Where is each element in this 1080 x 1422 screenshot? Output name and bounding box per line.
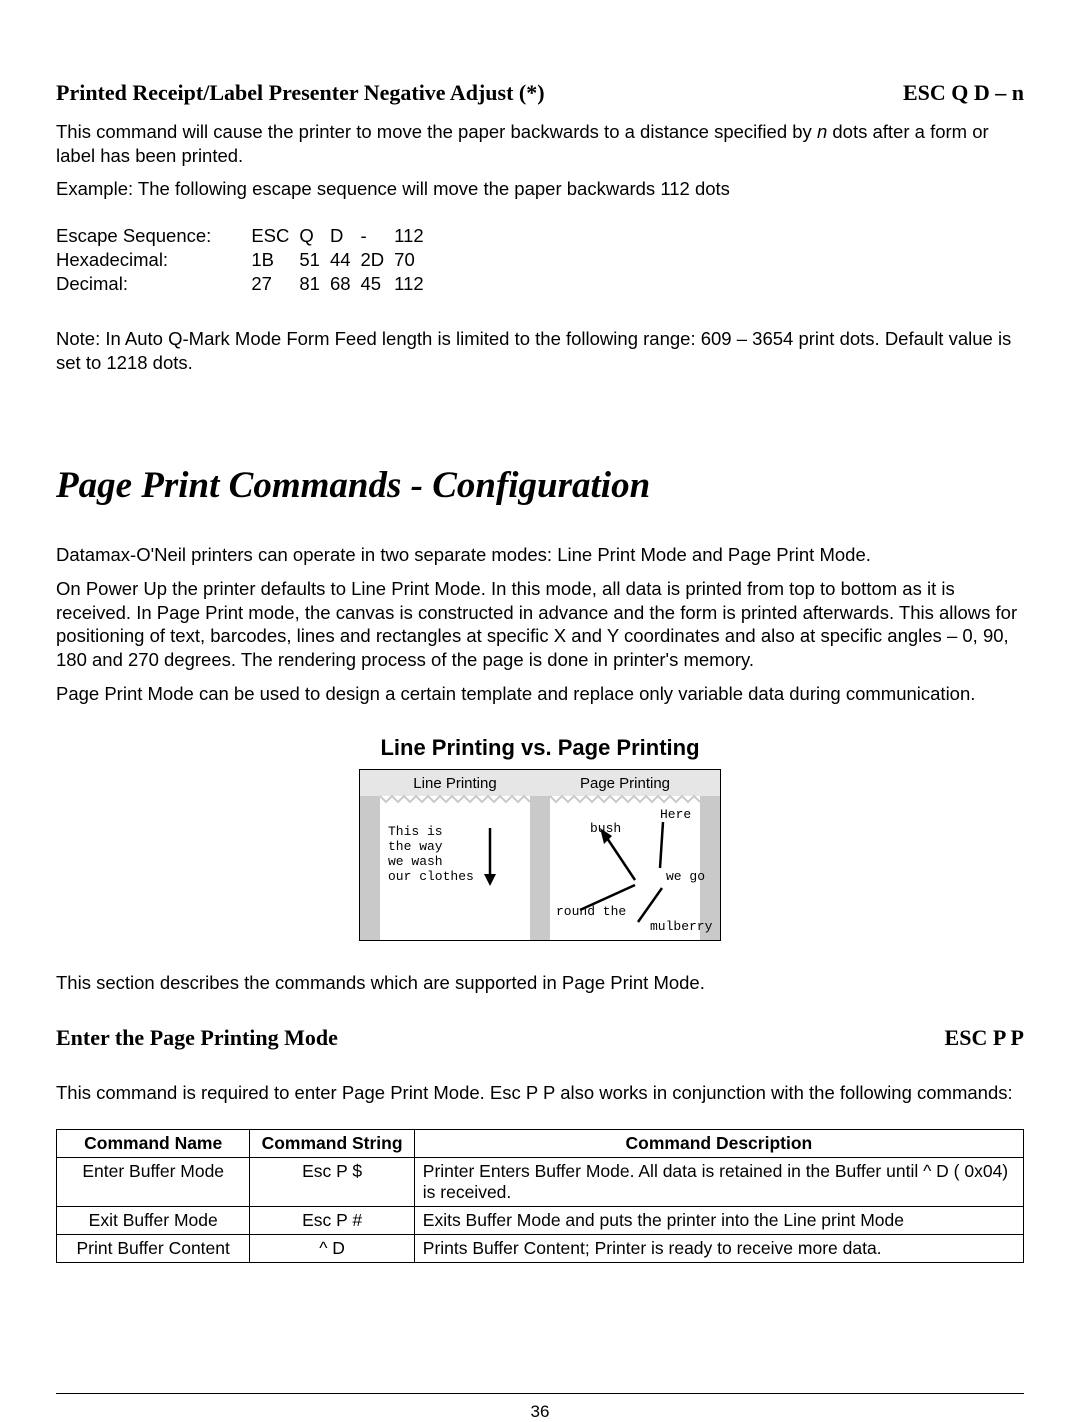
zigzag-right: [550, 796, 700, 802]
arrow-shaft-4: [638, 888, 662, 922]
seq-cell: 51: [299, 249, 330, 273]
seq-cell: 70: [394, 249, 434, 273]
cmd-string: ^ D: [250, 1234, 414, 1262]
seq-cell: 27: [251, 273, 299, 297]
table-row: Decimal: 27 81 68 45 112: [56, 273, 434, 297]
table-row: Escape Sequence: ESC Q D - 112: [56, 225, 434, 249]
seq-cell: 81: [299, 273, 330, 297]
table-row: Enter Buffer Mode Esc P $ Printer Enters…: [57, 1157, 1024, 1206]
section1-title-right: ESC Q D – n: [903, 80, 1024, 106]
cmd-desc: Prints Buffer Content; Printer is ready …: [414, 1234, 1023, 1262]
table-row: Hexadecimal: 1B 51 44 2D 70: [56, 249, 434, 273]
seq-cell: -: [361, 225, 395, 249]
seq-cell: D: [330, 225, 361, 249]
main-heading: Page Print Commands - Configuration: [56, 464, 1024, 507]
page-number: 36: [531, 1402, 550, 1421]
command-table: Command Name Command String Command Desc…: [56, 1129, 1024, 1263]
seq-cell: Q: [299, 225, 330, 249]
seq-cell: 2D: [361, 249, 395, 273]
section3-title-right: ESC P P: [945, 1025, 1024, 1051]
cmd-name: Enter Buffer Mode: [57, 1157, 250, 1206]
diagram-left-l1: This is: [388, 824, 443, 839]
diagram-wrap: Line Printing Page Printing This is the …: [56, 769, 1024, 941]
diagram-heading: Line Printing vs. Page Printing: [56, 735, 1024, 761]
section2-paragraph1: Datamax-O'Neil printers can operate in t…: [56, 543, 1024, 567]
seq-cell: 112: [394, 225, 434, 249]
cmd-desc: Printer Enters Buffer Mode. All data is …: [414, 1157, 1023, 1206]
section1-header: Printed Receipt/Label Presenter Negative…: [56, 80, 1024, 106]
section1-paragraph2: Example: The following escape sequence w…: [56, 177, 1024, 201]
seq-cell: 112: [394, 273, 434, 297]
seq-cell: 44: [330, 249, 361, 273]
diagram-left-l4: our clothes: [388, 869, 474, 884]
section1-p1-n: n: [817, 121, 827, 142]
section1-note: Note: In Auto Q-Mark Mode Form Feed leng…: [56, 327, 1024, 374]
diagram-right-t1: Here: [660, 807, 691, 822]
diagram-left-title: Line Printing: [413, 775, 496, 792]
diagram-right-t3: we go: [666, 869, 705, 884]
arrow-shaft-3: [660, 822, 663, 868]
cmd-name: Exit Buffer Mode: [57, 1206, 250, 1234]
section2-paragraph4: This section describes the commands whic…: [56, 971, 1024, 995]
table-row: Print Buffer Content ^ D Prints Buffer C…: [57, 1234, 1024, 1262]
seq-cell: 1B: [251, 249, 299, 273]
diagram-left-l3: we wash: [388, 854, 443, 869]
line-vs-page-diagram: Line Printing Page Printing This is the …: [359, 769, 721, 941]
table-header-row: Command Name Command String Command Desc…: [57, 1129, 1024, 1157]
cmd-desc: Exits Buffer Mode and puts the printer i…: [414, 1206, 1023, 1234]
diagram-right-title: Page Printing: [580, 775, 670, 792]
seq-cell: 45: [361, 273, 395, 297]
section3-header: Enter the Page Printing Mode ESC P P: [56, 1025, 1024, 1051]
cmd-string: Esc P #: [250, 1206, 414, 1234]
down-arrow-head-icon: [484, 874, 496, 886]
th-command-name: Command Name: [57, 1129, 250, 1157]
seq-cell: 68: [330, 273, 361, 297]
seq-cell: ESC: [251, 225, 299, 249]
table-row: Exit Buffer Mode Esc P # Exits Buffer Mo…: [57, 1206, 1024, 1234]
section1-p1a: This command will cause the printer to m…: [56, 121, 817, 142]
escape-sequence-table: Escape Sequence: ESC Q D - 112 Hexadecim…: [56, 225, 434, 297]
section1-title-left: Printed Receipt/Label Presenter Negative…: [56, 80, 545, 106]
seq-label: Hexadecimal:: [56, 249, 251, 273]
th-command-string: Command String: [250, 1129, 414, 1157]
cmd-name: Print Buffer Content: [57, 1234, 250, 1262]
page-footer: 36: [56, 1393, 1024, 1422]
cmd-string: Esc P $: [250, 1157, 414, 1206]
section2-paragraph2: On Power Up the printer defaults to Line…: [56, 577, 1024, 672]
section3-title-left: Enter the Page Printing Mode: [56, 1025, 338, 1051]
zigzag-left: [380, 796, 530, 802]
arrow-shaft-1: [605, 835, 635, 880]
seq-label: Escape Sequence:: [56, 225, 251, 249]
section1-paragraph1: This command will cause the printer to m…: [56, 120, 1024, 167]
section2-paragraph3: Page Print Mode can be used to design a …: [56, 682, 1024, 706]
page-body: Printed Receipt/Label Presenter Negative…: [0, 0, 1080, 1303]
diagram-left-l2: the way: [388, 839, 443, 854]
section3-paragraph1: This command is required to enter Page P…: [56, 1081, 1024, 1105]
th-command-description: Command Description: [414, 1129, 1023, 1157]
diagram-right-t5: mulberry: [650, 919, 713, 934]
seq-label: Decimal:: [56, 273, 251, 297]
